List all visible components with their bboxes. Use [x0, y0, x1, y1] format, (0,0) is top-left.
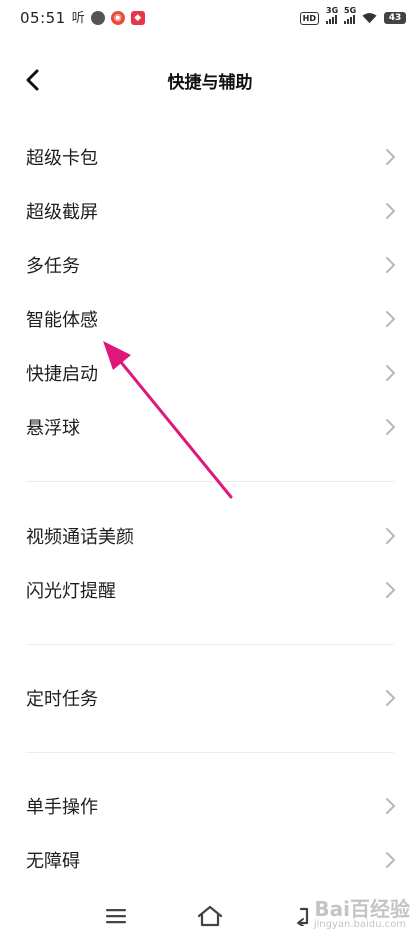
list-item-floating-ball[interactable]: 悬浮球: [0, 400, 420, 454]
chevron-right-icon: [386, 365, 395, 381]
list-item-smart-motion[interactable]: 智能体感: [0, 292, 420, 346]
list-item-video-call-beauty[interactable]: 视频通话美颜: [0, 509, 420, 563]
list-item-label: 智能体感: [26, 310, 98, 331]
menu-button[interactable]: [96, 898, 136, 934]
chevron-right-icon: [386, 528, 395, 544]
signal-3g-icon: 3G: [326, 6, 338, 24]
list-item-super-screenshot[interactable]: 超级截屏: [0, 184, 420, 238]
hd-badge: HD: [299, 11, 319, 25]
weibo-icon: ◉: [110, 11, 125, 25]
list-item-label: 单手操作: [26, 797, 98, 818]
signal-5g-icon: 5G: [344, 6, 356, 24]
status-time: 05:51: [20, 9, 66, 27]
chevron-right-icon: [386, 419, 395, 435]
list-item-multitask[interactable]: 多任务: [0, 238, 420, 292]
chevron-right-icon: [386, 582, 395, 598]
signal-3g-label: 3G: [326, 6, 339, 15]
menu-icon: [106, 909, 126, 924]
battery-icon: 43: [384, 12, 406, 24]
list-item-label: 多任务: [26, 256, 80, 277]
settings-screen: 05:51 听 ◉ ◆ HD 3G 5G 43 快捷与辅助 超级卡包 超级截屏 …: [0, 0, 420, 940]
return-icon: [297, 907, 309, 926]
status-bar: 05:51 听 ◉ ◆ HD 3G 5G 43: [0, 0, 420, 36]
home-button[interactable]: [190, 898, 230, 934]
list-item-label: 超级截屏: [26, 202, 98, 223]
notification-dot-icon: [90, 11, 105, 25]
section-divider: [26, 481, 394, 482]
chevron-right-icon: [386, 798, 395, 814]
app-notification-icon: ◆: [130, 11, 145, 25]
signal-5g-label: 5G: [344, 6, 357, 15]
chevron-right-icon: [386, 690, 395, 706]
page-title: 快捷与辅助: [167, 73, 253, 93]
wifi-icon: [362, 13, 377, 24]
list-item-quick-launch[interactable]: 快捷启动: [0, 346, 420, 400]
list-item-accessibility[interactable]: 无障碍: [0, 833, 420, 887]
list-item-label: 无障碍: [26, 851, 80, 872]
status-right: HD 3G 5G 43: [299, 6, 406, 25]
chevron-right-icon: [386, 852, 395, 868]
section-divider: [26, 644, 394, 645]
list-item-label: 定时任务: [26, 689, 98, 710]
system-nav-bar: [0, 892, 420, 940]
chevron-right-icon: [386, 149, 395, 165]
status-left: 05:51 听 ◉ ◆: [20, 9, 145, 27]
home-icon: [197, 905, 223, 927]
list-item-flash-reminder[interactable]: 闪光灯提醒: [0, 563, 420, 617]
chevron-right-icon: [386, 311, 395, 327]
list-item-scheduled-task[interactable]: 定时任务: [0, 671, 420, 725]
list-item-one-hand-mode[interactable]: 单手操作: [0, 779, 420, 833]
list-item-label: 视频通话美颜: [26, 527, 134, 548]
section-divider: [26, 752, 394, 753]
list-item-super-card-wallet[interactable]: 超级卡包: [0, 130, 420, 184]
list-item-label: 悬浮球: [26, 418, 80, 439]
back-nav-button[interactable]: [284, 898, 324, 934]
header: 快捷与辅助: [0, 50, 420, 110]
list-item-label: 快捷启动: [26, 364, 98, 385]
chevron-right-icon: [386, 257, 395, 273]
listen-app-icon: 听: [71, 10, 85, 26]
chevron-right-icon: [386, 203, 395, 219]
list-item-label: 闪光灯提醒: [26, 581, 116, 602]
list-item-label: 超级卡包: [26, 148, 98, 169]
